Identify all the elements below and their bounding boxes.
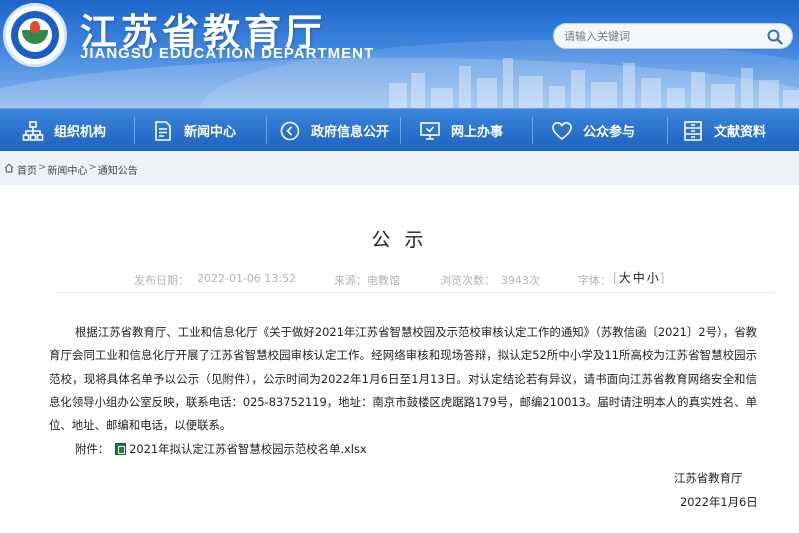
article-title: 公 示 xyxy=(371,229,428,251)
home-icon xyxy=(4,163,14,173)
view-count-label: 浏览次数： xyxy=(440,274,495,287)
breadcrumb-notices[interactable]: 通知公告 xyxy=(98,162,138,177)
meta-divider xyxy=(55,292,775,293)
signature-organization: 江苏省教育厅 xyxy=(674,471,743,485)
nav-item-gov-info[interactable]: 政府信息公开 xyxy=(279,109,389,152)
publish-date-label: 发布日期： xyxy=(134,274,189,287)
attachment-label: 附件： xyxy=(75,442,110,456)
font-size-switcher: [大中小] xyxy=(613,271,665,285)
article-card: 公 示 发布日期： 2022-01-06 13:52 来源： 电教馆 浏览次数：… xyxy=(0,185,799,533)
search-box xyxy=(553,23,793,49)
breadcrumb: 首页 > 新闻中心 > 通知公告 xyxy=(0,151,799,185)
nav-item-label: 组织机构 xyxy=(54,125,107,140)
source-label: 来源： xyxy=(334,274,367,287)
attachment-link[interactable]: 2021年拟认定江苏省智慧校园示范校名单.xlsx xyxy=(129,441,366,457)
source-value: 电教馆 xyxy=(367,274,400,287)
nav-item-label: 政府信息公开 xyxy=(311,125,390,140)
nav-item-news[interactable]: 新闻中心 xyxy=(152,109,236,152)
nav-divider xyxy=(134,117,135,144)
attachment-row: 附件： 2021年拟认定江苏省智慧校园示范校名单.xlsx xyxy=(75,441,367,457)
nav-divider xyxy=(532,117,533,144)
heart-participation-icon xyxy=(552,121,572,140)
nav-divider xyxy=(266,117,267,144)
breadcrumb-path: 首页 > 新闻中心 > 通知公告 xyxy=(17,162,138,177)
publish-date: 2022-01-06 13:52 xyxy=(197,272,297,285)
breadcrumb-home[interactable]: 首页 xyxy=(17,162,37,177)
nav-item-organization[interactable]: 组织机构 xyxy=(22,109,106,152)
breadcrumb-separator: > xyxy=(88,162,97,173)
view-count: 3943次 xyxy=(501,274,540,287)
article-meta: 发布日期： 2022-01-06 13:52 来源： 电教馆 浏览次数： 394… xyxy=(0,269,799,289)
archive-cabinet-icon xyxy=(684,120,702,141)
breadcrumb-separator: > xyxy=(38,162,47,173)
nav-item-label: 公众参与 xyxy=(583,125,636,140)
logo-flame-icon xyxy=(30,21,40,33)
main-nav: 组织机构 新闻中心 政府信息公开 网上办事 公众参与 文献资料 xyxy=(0,108,799,151)
nav-item-online-service[interactable]: 网上办事 xyxy=(419,109,503,152)
article-body: 根据江苏省教育厅、工业和信息化厅《关于做好2021年江苏省智慧校园及示范校审核认… xyxy=(49,325,757,433)
city-skyline-decor xyxy=(389,58,799,108)
font-size-label: 字体： xyxy=(578,274,611,287)
nav-item-label: 文献资料 xyxy=(714,125,767,140)
search-input[interactable] xyxy=(564,27,759,45)
search-icon[interactable] xyxy=(766,28,784,46)
org-chart-icon xyxy=(22,120,44,141)
nav-item-label: 网上办事 xyxy=(451,125,504,140)
info-disclosure-icon xyxy=(280,121,300,140)
news-document-icon xyxy=(155,120,171,141)
site-title-english: JIANGSU EDUCATION DEPARTMENT xyxy=(80,45,375,62)
font-size-small[interactable]: 小 xyxy=(647,271,659,285)
nav-divider xyxy=(400,117,401,144)
site-logo[interactable] xyxy=(3,3,67,67)
signature-date: 2022年1月6日 xyxy=(680,495,758,509)
nav-divider xyxy=(667,117,668,144)
excel-file-icon xyxy=(115,443,127,455)
nav-item-public-participation[interactable]: 公众参与 xyxy=(551,109,635,152)
nav-item-label: 新闻中心 xyxy=(184,125,237,140)
site-header: 江苏省教育厅 JIANGSU EDUCATION DEPARTMENT xyxy=(0,0,799,108)
breadcrumb-news-center[interactable]: 新闻中心 xyxy=(47,162,87,177)
font-size-large[interactable]: 大 xyxy=(619,271,631,285)
font-size-medium[interactable]: 中 xyxy=(633,271,645,285)
nav-item-literature[interactable]: 文献资料 xyxy=(682,109,766,152)
online-service-monitor-icon xyxy=(420,121,440,140)
